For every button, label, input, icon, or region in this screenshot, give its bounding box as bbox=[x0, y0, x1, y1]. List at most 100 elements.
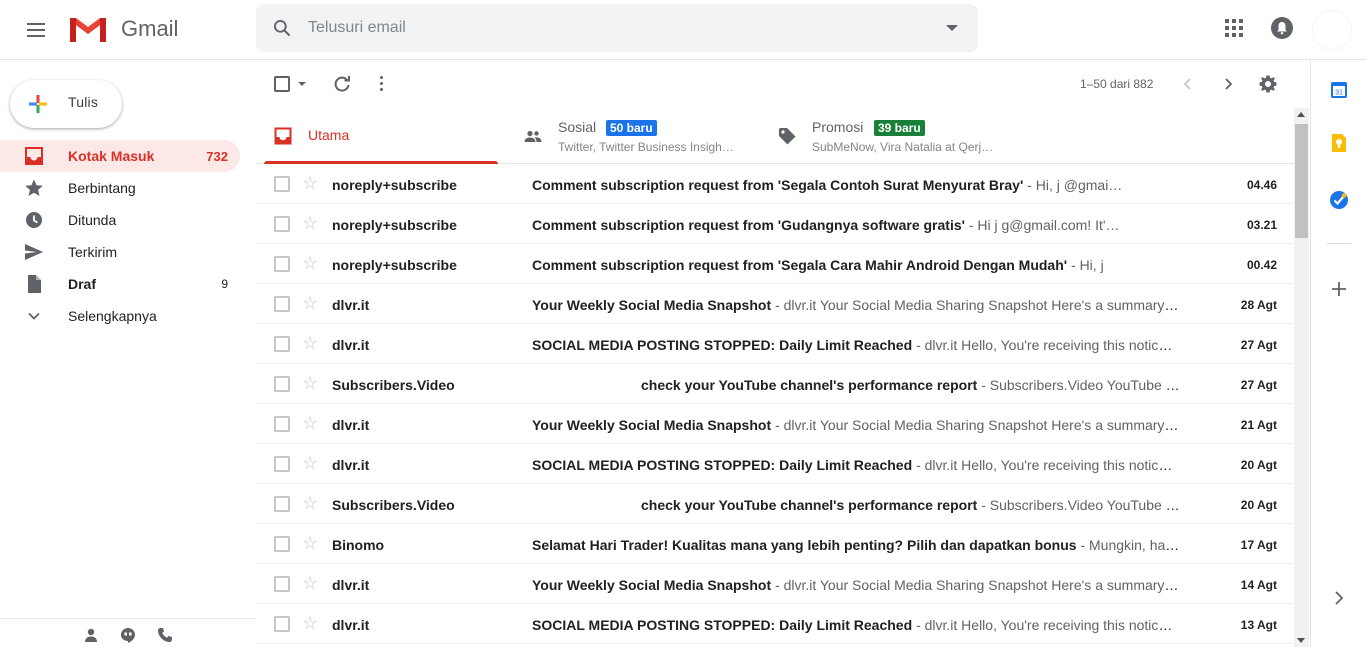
tab-promotions[interactable]: Promosi 39 baru SubMeNow, Vira Natalia a… bbox=[768, 108, 1008, 164]
phone-icon[interactable] bbox=[157, 627, 173, 643]
account-avatar[interactable] bbox=[1312, 10, 1352, 50]
email-row[interactable]: ☆ dlvr.it SOCIAL MEDIA POSTING STOPPED: Da… bbox=[256, 444, 1294, 484]
select-all-checkbox[interactable] bbox=[274, 76, 290, 92]
snippet-separator: - bbox=[1076, 537, 1090, 553]
nav-item-snoozed[interactable]: Ditunda bbox=[0, 204, 240, 236]
email-row[interactable]: ☆ dlvr.it Your Weekly Social Media Snapsho… bbox=[256, 284, 1294, 324]
tasks-icon[interactable] bbox=[1329, 190, 1349, 210]
older-page-icon[interactable] bbox=[1220, 76, 1236, 92]
scrollbar-thumb[interactable] bbox=[1295, 124, 1308, 238]
star-icon[interactable]: ☆ bbox=[302, 254, 318, 272]
nav-item-drafts[interactable]: Draf 9 bbox=[0, 268, 240, 300]
tab-primary[interactable]: Utama bbox=[264, 108, 498, 164]
star-icon[interactable]: ☆ bbox=[302, 414, 318, 432]
star-icon[interactable]: ☆ bbox=[302, 294, 318, 312]
notifications-icon[interactable] bbox=[1270, 16, 1294, 40]
newer-page-icon[interactable] bbox=[1180, 76, 1196, 92]
email-list-scrollbar[interactable] bbox=[1294, 108, 1309, 647]
email-content: Your Weekly Social Media Snapshot - dlvr… bbox=[532, 577, 1180, 593]
row-checkbox[interactable] bbox=[274, 256, 290, 272]
row-checkbox[interactable] bbox=[274, 336, 290, 352]
row-checkbox[interactable] bbox=[274, 456, 290, 472]
compose-button[interactable]: Tulis bbox=[10, 80, 122, 128]
snippet-separator: - bbox=[912, 337, 925, 353]
expand-panel-icon[interactable] bbox=[1329, 588, 1349, 608]
email-snippet: Mungkin, hal ya… bbox=[1089, 537, 1180, 553]
search-icon[interactable] bbox=[272, 18, 292, 38]
snippet-separator: - bbox=[1023, 177, 1036, 193]
tab-social[interactable]: Sosial 50 baru Twitter, Twitter Business… bbox=[514, 108, 754, 164]
row-checkbox[interactable] bbox=[274, 416, 290, 432]
person-icon[interactable] bbox=[83, 627, 99, 643]
star-icon[interactable]: ☆ bbox=[302, 454, 318, 472]
more-options-icon[interactable] bbox=[380, 76, 384, 92]
star-icon[interactable]: ☆ bbox=[302, 614, 318, 632]
scroll-up-arrow-icon[interactable] bbox=[1297, 112, 1305, 117]
snippet-separator: - bbox=[964, 217, 978, 233]
email-content: check your YouTube channel's performance… bbox=[532, 497, 1180, 513]
email-row[interactable]: ☆ noreply+subscribe Comment subscription r… bbox=[256, 244, 1294, 284]
nav-label: Draf bbox=[68, 276, 97, 292]
star-icon[interactable]: ☆ bbox=[302, 374, 318, 392]
search-input[interactable] bbox=[308, 16, 908, 40]
star-icon[interactable]: ☆ bbox=[302, 174, 318, 192]
email-content: Comment subscription request from 'Gudan… bbox=[532, 217, 1180, 233]
star-icon[interactable]: ☆ bbox=[302, 214, 318, 232]
clock-icon bbox=[26, 212, 42, 228]
star-icon[interactable]: ☆ bbox=[302, 574, 318, 592]
scroll-down-arrow-icon[interactable] bbox=[1297, 638, 1305, 643]
star-icon[interactable]: ☆ bbox=[302, 494, 318, 512]
gear-icon[interactable] bbox=[1258, 74, 1278, 94]
row-checkbox[interactable] bbox=[274, 496, 290, 512]
nav-item-starred[interactable]: Berbintang bbox=[0, 172, 240, 204]
add-addon-icon[interactable] bbox=[1329, 279, 1349, 299]
email-row[interactable]: ☆ dlvr.it Your Weekly Social Media Snapsho… bbox=[256, 404, 1294, 444]
email-row[interactable]: ☆ Binomo Selamat Hari Trader! Kualitas man… bbox=[256, 524, 1294, 564]
gmail-logo-icon[interactable] bbox=[68, 14, 108, 44]
nav-item-inbox[interactable]: Kotak Masuk 732 bbox=[0, 140, 240, 172]
row-checkbox[interactable] bbox=[274, 216, 290, 232]
email-subject: Your Weekly Social Media Snapshot bbox=[532, 297, 772, 313]
email-subject: SOCIAL MEDIA POSTING STOPPED: Daily Limi… bbox=[532, 617, 913, 633]
nav-label: Selengkapnya bbox=[68, 308, 157, 324]
email-row[interactable]: ☆ Subscribers.Video check your YouTube cha… bbox=[256, 364, 1294, 404]
email-row[interactable]: ☆ dlvr.it SOCIAL MEDIA POSTING STOPPED: Da… bbox=[256, 604, 1294, 644]
search-bar[interactable] bbox=[256, 4, 978, 52]
refresh-icon[interactable] bbox=[332, 74, 352, 94]
search-options-dropdown-icon[interactable] bbox=[946, 25, 958, 31]
email-content: SOCIAL MEDIA POSTING STOPPED: Daily Limi… bbox=[532, 457, 1180, 473]
row-checkbox[interactable] bbox=[274, 576, 290, 592]
email-snippet: dlvr.it Hello, You're receiving this not… bbox=[924, 617, 1180, 633]
email-row[interactable]: ☆ noreply+subscribe Comment subscription r… bbox=[256, 204, 1294, 244]
row-checkbox[interactable] bbox=[274, 296, 290, 312]
star-icon[interactable]: ☆ bbox=[302, 534, 318, 552]
email-sender: noreply+subscribe bbox=[332, 217, 457, 233]
nav-item-sent[interactable]: Terkirim bbox=[0, 236, 240, 268]
email-row[interactable]: ☆ Subscribers.Video check your YouTube cha… bbox=[256, 484, 1294, 524]
calendar-icon[interactable]: 31 bbox=[1329, 80, 1349, 100]
email-sender: dlvr.it bbox=[332, 577, 370, 593]
row-checkbox[interactable] bbox=[274, 376, 290, 392]
email-content: Your Weekly Social Media Snapshot - dlvr… bbox=[532, 417, 1180, 433]
main-menu-button[interactable] bbox=[22, 16, 50, 44]
star-icon[interactable]: ☆ bbox=[302, 334, 318, 352]
google-apps-icon[interactable] bbox=[1225, 19, 1243, 37]
brand-name[interactable]: Gmail bbox=[121, 16, 178, 42]
row-checkbox[interactable] bbox=[274, 616, 290, 632]
row-checkbox[interactable] bbox=[274, 176, 290, 192]
email-date: 14 Agt bbox=[1240, 578, 1277, 592]
email-row[interactable]: ☆ noreply+subscribe Comment subscription r… bbox=[256, 164, 1294, 204]
hangouts-icon[interactable] bbox=[120, 627, 136, 643]
email-row[interactable]: ☆ dlvr.it Your Weekly Social Media Snapsho… bbox=[256, 564, 1294, 604]
email-sender: dlvr.it bbox=[332, 417, 370, 433]
email-date: 21 Agt bbox=[1240, 418, 1277, 432]
mail-main: 1–50 dari 882 Utama Sosial 50 baru Twitt… bbox=[256, 60, 1294, 647]
email-row[interactable]: ☆ dlvr.it SOCIAL MEDIA POSTING STOPPED: Da… bbox=[256, 324, 1294, 364]
email-sender: dlvr.it bbox=[332, 297, 370, 313]
row-checkbox[interactable] bbox=[274, 536, 290, 552]
email-date: 20 Agt bbox=[1240, 498, 1277, 512]
keep-icon[interactable] bbox=[1329, 133, 1349, 153]
select-dropdown-icon[interactable] bbox=[298, 82, 306, 86]
draft-icon bbox=[28, 275, 41, 293]
nav-item-more[interactable]: Selengkapnya bbox=[0, 300, 240, 332]
